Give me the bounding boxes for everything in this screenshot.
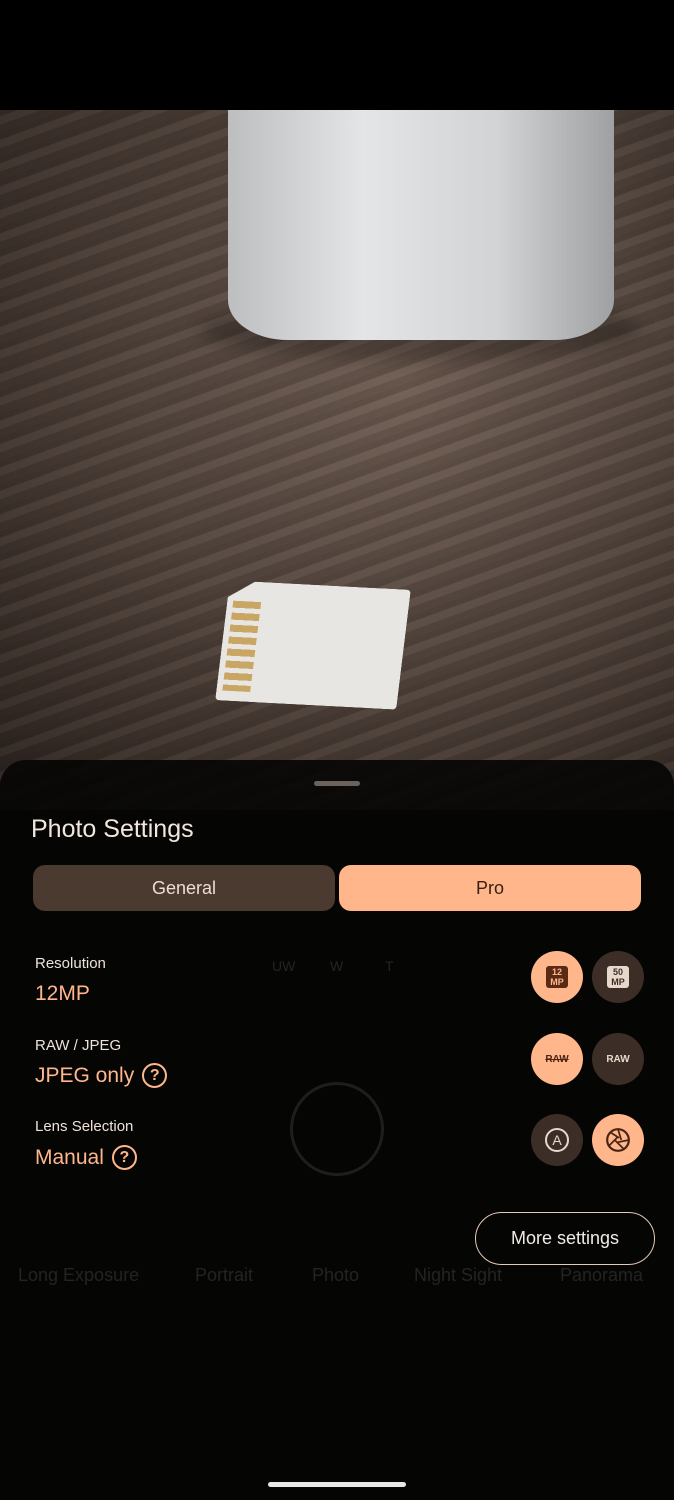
help-icon[interactable]: ? [111, 1145, 137, 1170]
mode-photo: Photo [312, 1265, 360, 1285]
camera-viewfinder[interactable] [0, 110, 674, 810]
lens-selection-value: Manual? [35, 1145, 137, 1170]
lens-auto-button[interactable]: A [531, 1114, 583, 1166]
zoom-w: W [330, 958, 344, 974]
drag-handle[interactable] [314, 781, 360, 786]
raw-jpeg-label: RAW / JPEG [35, 1037, 122, 1054]
12mp-icon: 12 MP [546, 966, 568, 988]
mode-portrait: Portrait [195, 1265, 254, 1285]
50mp-icon: 50 MP [607, 966, 629, 988]
lens-selection-label: Lens Selection [35, 1118, 134, 1135]
mode-long-exposure: Long Exposure [18, 1265, 140, 1285]
resolution-50mp-button[interactable]: 50 MP [592, 951, 644, 1003]
raw-off-icon: RAW [545, 1053, 569, 1065]
help-icon[interactable]: ? [142, 1063, 168, 1088]
raw-on-button[interactable]: RAW [592, 1033, 644, 1085]
aperture-icon [606, 1128, 630, 1152]
resolution-12mp-button[interactable]: 12 MP [531, 951, 583, 1003]
gesture-navigation-bar[interactable] [268, 1482, 406, 1487]
resolution-value: 12MP [35, 982, 90, 1005]
raw-icon: RAW [606, 1053, 630, 1065]
cup [228, 110, 614, 340]
raw-jpeg-value: JPEG only? [35, 1063, 168, 1088]
mode-panorama: Panorama [560, 1265, 644, 1285]
tab-pro[interactable]: Pro [339, 865, 641, 911]
raw-off-button[interactable]: RAW [531, 1033, 583, 1085]
zoom-t: T [385, 958, 394, 974]
zoom-uw: UW [272, 958, 296, 974]
tab-general[interactable]: General [33, 865, 335, 911]
mode-night-sight: Night Sight [414, 1265, 503, 1285]
sheet-title: Photo Settings [31, 815, 194, 843]
auto-lens-icon: A [545, 1128, 569, 1152]
more-settings-button[interactable]: More settings [475, 1212, 655, 1265]
shutter-button [290, 1082, 384, 1176]
sd-card [215, 580, 411, 709]
resolution-label: Resolution [35, 955, 106, 972]
lens-manual-button[interactable] [592, 1114, 644, 1166]
